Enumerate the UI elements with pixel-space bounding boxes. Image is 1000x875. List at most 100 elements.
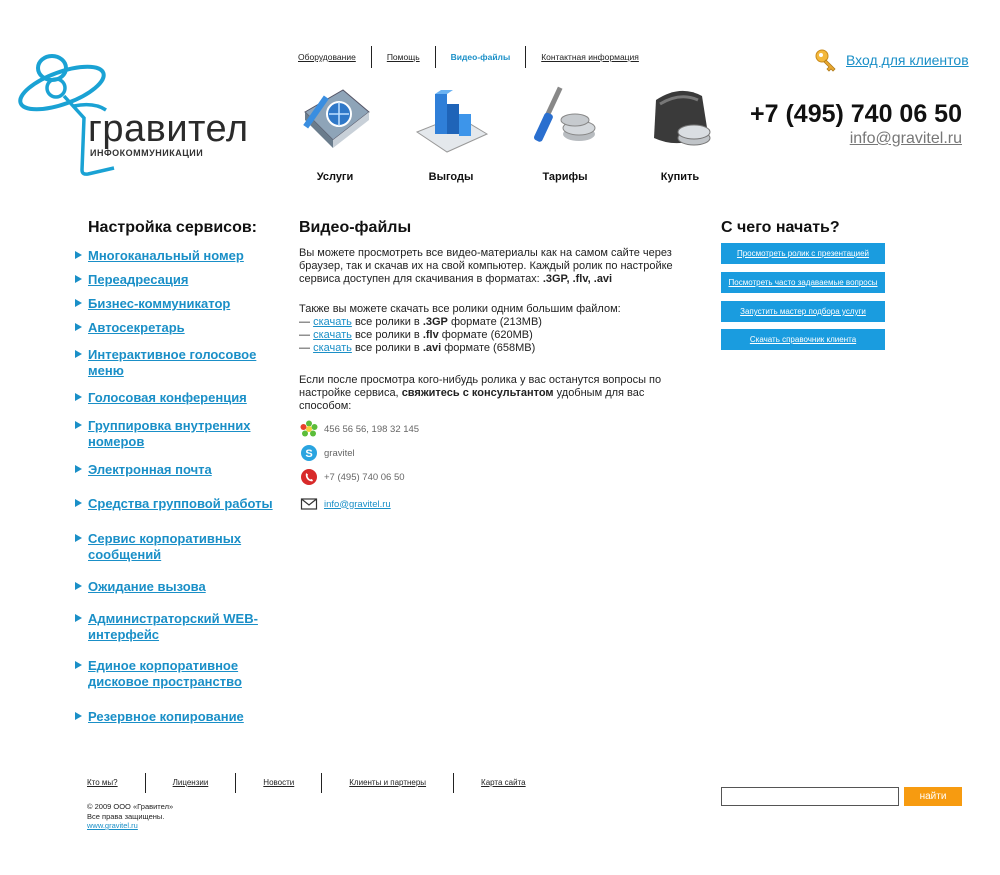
sidebar-item-conference[interactable]: Голосовая конференция <box>75 390 290 406</box>
service-wizard-button[interactable]: Запустить мастер подбора услуги <box>721 301 885 322</box>
logo-subtitle: ИНФОКОММУНИКАЦИИ <box>90 148 204 158</box>
sidebar-item-email[interactable]: Электронная почта <box>75 462 290 478</box>
header-email[interactable]: info@gravitel.ru <box>850 130 962 148</box>
download-text: все ролики в <box>354 316 420 328</box>
download-text: все ролики в <box>354 342 420 354</box>
sidebar-item-backup[interactable]: Резервное копирование <box>75 709 290 725</box>
sidebar-item-label[interactable]: Автосекретарь <box>88 320 185 336</box>
search-button[interactable]: найти <box>904 787 962 806</box>
download-format: .3GP <box>422 316 448 328</box>
sidebar-item-label[interactable]: Бизнес-коммуникатор <box>88 296 230 312</box>
arrow-right-icon <box>75 499 82 507</box>
consultant-text: свяжитесь с консультантом <box>401 387 554 399</box>
topnav-video-files[interactable]: Видео-файлы <box>436 46 527 68</box>
service-vygody[interactable]: Выгоды <box>406 82 496 183</box>
footer-clients[interactable]: Клиенты и партнеры <box>322 773 455 793</box>
download-link-flv[interactable]: скачать <box>313 329 352 341</box>
topnav-equipment[interactable]: Оборудование <box>298 46 372 68</box>
service-tarify[interactable]: Тарифы <box>520 82 610 183</box>
arrow-right-icon <box>75 393 82 401</box>
dash: — <box>299 316 310 328</box>
wallet-coins-icon <box>654 90 711 146</box>
arrow-right-icon <box>75 534 82 542</box>
download-row-3gp: — скачать все ролики в .3GP формате (213… <box>299 316 542 329</box>
contact-skype: S gravitel <box>300 444 355 462</box>
intro-text: Вы можете просмотреть все видео-материал… <box>299 247 673 285</box>
arrow-right-icon <box>75 661 82 669</box>
skype-name: gravitel <box>324 447 355 459</box>
sidebar-item-label[interactable]: Группировка внутренних номеров <box>88 418 290 450</box>
arrow-right-icon <box>75 299 82 307</box>
sidebar-item-label[interactable]: Средства групповой работы <box>88 496 273 512</box>
site-logo[interactable]: гравител ИНФОКОММУНИКАЦИИ <box>14 40 264 180</box>
sidebar-item-admin-web[interactable]: Администраторский WEB-интерфейс <box>75 611 290 643</box>
sidebar-item-corporate-messages[interactable]: Сервис корпоративных сообщений <box>75 531 290 563</box>
sidebar-item-multichannel[interactable]: Многоканальный номер <box>75 248 290 264</box>
faq-button[interactable]: Посмотреть часто задаваемые вопросы <box>721 272 885 293</box>
arrow-right-icon <box>75 251 82 259</box>
sidebar-item-autosecretary[interactable]: Автосекретарь <box>75 320 290 336</box>
formats-text: .3GP, .flv, .avi <box>542 273 613 285</box>
icq-numbers: 456 56 56, 198 32 145 <box>324 423 420 435</box>
login-link[interactable]: Вход для клиентов <box>846 52 969 68</box>
phone-call-icon <box>301 469 317 485</box>
sidebar-item-ivr[interactable]: Интерактивное голосовое меню <box>75 347 290 379</box>
sidebar-item-label[interactable]: Голосовая конференция <box>88 390 247 406</box>
service-uslugi[interactable]: Услуги <box>290 82 380 183</box>
arrow-right-icon <box>75 350 82 358</box>
arrow-right-icon <box>75 323 82 331</box>
sidebar-item-business-communicator[interactable]: Бизнес-коммуникатор <box>75 296 290 312</box>
download-link-avi[interactable]: скачать <box>313 342 352 354</box>
sidebar-item-label[interactable]: Резервное копирование <box>88 709 244 725</box>
footer-about[interactable]: Кто мы? <box>87 773 146 793</box>
service-label: Услуги <box>316 171 354 183</box>
start-title: С чего начать? <box>721 219 840 236</box>
icq-flower-icon <box>300 420 318 437</box>
footer-news[interactable]: Новости <box>236 773 323 793</box>
sidebar-item-label[interactable]: Электронная почта <box>88 462 212 478</box>
sidebar-item-label[interactable]: Администраторский WEB-интерфейс <box>88 611 290 643</box>
sidebar-item-call-waiting[interactable]: Ожидание вызова <box>75 579 290 595</box>
svg-text:S: S <box>305 448 312 460</box>
download-size: формате (658MB) <box>444 342 536 354</box>
top-navigation: Оборудование Помощь Видео-файлы Контактн… <box>298 46 654 68</box>
sidebar-item-label[interactable]: Интерактивное голосовое меню <box>88 347 290 379</box>
sidebar-item-label[interactable]: Сервис корпоративных сообщений <box>88 531 290 563</box>
sidebar-item-groupware[interactable]: Средства групповой работы <box>75 496 290 512</box>
download-intro: Также вы можете скачать все ролики одним… <box>299 303 621 315</box>
topnav-help[interactable]: Помощь <box>372 46 436 68</box>
search-input[interactable] <box>721 787 899 806</box>
sidebar-item-label[interactable]: Единое корпоративное дисковое пространст… <box>88 658 290 690</box>
sidebar-item-label[interactable]: Многоканальный номер <box>88 248 244 264</box>
arrow-right-icon <box>75 614 82 622</box>
sidebar-item-forwarding[interactable]: Переадресация <box>75 272 290 288</box>
footer-sitemap[interactable]: Карта сайта <box>454 773 553 793</box>
download-size: формате (620MB) <box>441 329 533 341</box>
copyright-text: © 2009 ООО «Гравител» <box>87 802 174 811</box>
tools-coins-icon <box>534 86 596 142</box>
contact-phone-number: +7 (495) 740 06 50 <box>324 471 405 483</box>
contact-email-link[interactable]: info@gravitel.ru <box>324 499 391 510</box>
sidebar-item-label[interactable]: Ожидание вызова <box>88 579 206 595</box>
site-link[interactable]: www.gravitel.ru <box>87 821 173 831</box>
arrow-right-icon <box>75 421 82 429</box>
sidebar-item-disk-space[interactable]: Единое корпоративное дисковое пространст… <box>75 658 290 690</box>
footer-licenses[interactable]: Лицензии <box>146 773 237 793</box>
envelope-icon <box>300 498 318 510</box>
download-text: все ролики в <box>354 329 420 341</box>
client-login[interactable]: Вход для клиентов <box>814 48 969 72</box>
sidebar-item-label[interactable]: Переадресация <box>88 272 188 288</box>
service-kupit[interactable]: Купить <box>635 82 725 183</box>
watch-presentation-button[interactable]: Просмотреть ролик с презентацией <box>721 243 885 264</box>
sidebar-title: Настройка сервисов: <box>88 219 257 236</box>
intro-paragraph: Вы можете просмотреть все видео-материал… <box>299 247 679 286</box>
client-guide-button[interactable]: Скачать справочник клиента <box>721 329 885 350</box>
copyright: © 2009 ООО «Гравител» Все права защищены… <box>87 802 173 831</box>
service-label: Купить <box>660 171 700 183</box>
download-format: .flv <box>422 329 439 341</box>
sidebar-item-grouping[interactable]: Группировка внутренних номеров <box>75 418 290 450</box>
topnav-contacts[interactable]: Контактная информация <box>526 46 654 68</box>
download-link-3gp[interactable]: скачать <box>313 316 352 328</box>
skype-icon: S <box>301 445 317 461</box>
page-title: Видео-файлы <box>299 219 412 236</box>
